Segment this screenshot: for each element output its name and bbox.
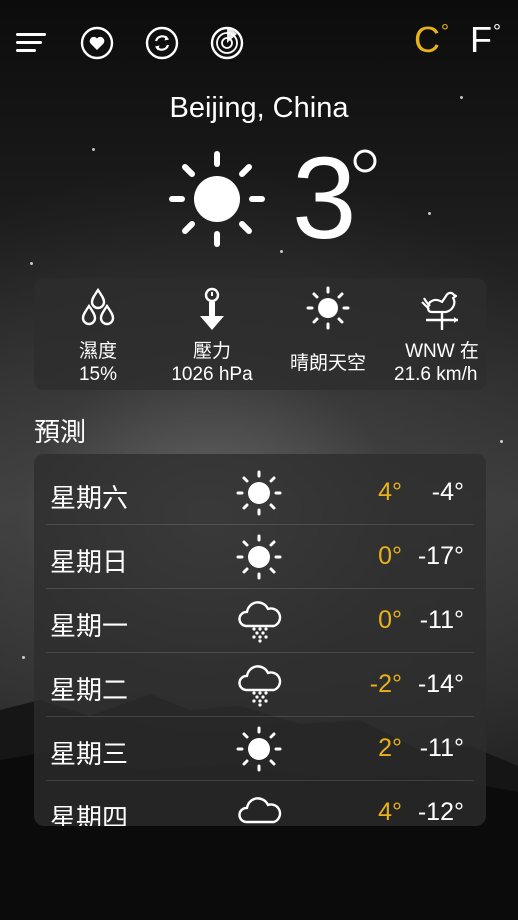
sun-icon (306, 286, 350, 330)
sun-icon (236, 534, 282, 580)
forecast-low: -12° (417, 798, 464, 826)
forecast-day: 星期一 (50, 611, 129, 641)
celsius-toggle[interactable]: C° (414, 20, 449, 66)
forecast-row[interactable]: 星期日 0° -17° (46, 524, 474, 589)
humidity-stat: 濕度 15% (36, 278, 160, 390)
weathervane-rooster-icon (421, 291, 458, 330)
condition-label: 晴朗天空 (289, 353, 366, 374)
condition-stat: 晴朗天空 (266, 278, 390, 390)
forecast-row[interactable]: 星期六 4° -4° (46, 460, 474, 525)
forecast-low: -11° (419, 606, 464, 634)
forecast-list[interactable]: 星期六 4° -4° 星期日 0° -17° 星期一 0° -11° 星期二 -… (34, 454, 486, 826)
forecast-high: 0° (378, 542, 402, 570)
sun-icon (236, 470, 282, 516)
heart-icon[interactable] (80, 26, 114, 60)
pressure-gauge-icon (200, 287, 224, 330)
sun-icon (236, 726, 282, 772)
humidity-drops-icon (81, 287, 115, 326)
forecast-low: -14° (417, 670, 464, 698)
fahrenheit-label: F (470, 19, 492, 60)
fahrenheit-toggle[interactable]: F° (470, 20, 501, 66)
current-degree-symbol (353, 149, 377, 173)
forecast-day: 星期四 (50, 803, 129, 826)
pressure-stat: 壓力 1026 hPa (150, 278, 274, 390)
forecast-low: -11° (419, 734, 464, 762)
celsius-degree: ° (441, 21, 449, 43)
fahrenheit-degree: ° (493, 21, 501, 43)
current-conditions-panel: 濕度 15% 壓力 1026 hPa 晴朗天空 WNW 在 21.6 km/h (34, 278, 486, 390)
sun-icon (169, 151, 265, 247)
forecast-low: -4° (431, 478, 464, 506)
celsius-label: C (414, 19, 440, 60)
forecast-day: 星期三 (50, 739, 129, 769)
forecast-high: -2° (369, 670, 402, 698)
snow-cloud-icon (238, 665, 282, 707)
forecast-row[interactable]: 星期二 -2° -14° (46, 652, 474, 717)
pressure-value: 1026 hPa (171, 364, 253, 385)
humidity-value: 15% (78, 364, 118, 385)
forecast-row[interactable]: 星期四 4° -12° (46, 780, 474, 826)
pressure-label: 壓力 (192, 341, 231, 362)
cloud-icon (238, 797, 282, 824)
forecast-high: 0° (378, 606, 402, 634)
radar-icon[interactable] (210, 26, 244, 60)
snow-cloud-icon (238, 601, 282, 643)
current-temperature: 3 (292, 133, 357, 263)
hamburger-menu-icon[interactable] (14, 26, 48, 60)
forecast-high: 4° (378, 478, 402, 506)
refresh-icon[interactable] (145, 26, 179, 60)
wind-stat: WNW 在 21.6 km/h (380, 278, 486, 390)
forecast-low: -17° (417, 542, 464, 570)
forecast-row[interactable]: 星期一 0° -11° (46, 588, 474, 653)
top-toolbar: C° F° (0, 0, 518, 90)
forecast-high: 2° (378, 734, 402, 762)
forecast-row[interactable]: 星期三 2° -11° (46, 716, 474, 781)
forecast-day: 星期日 (50, 547, 129, 577)
wind-direction: WNW 在 (405, 341, 479, 362)
forecast-day: 星期二 (50, 675, 129, 705)
forecast-title: 預測 (34, 417, 87, 447)
forecast-high: 4° (378, 798, 402, 826)
wind-speed: 21.6 km/h (394, 364, 478, 385)
forecast-day: 星期六 (50, 483, 129, 513)
city-name: Beijing, China (169, 92, 349, 124)
humidity-label: 濕度 (78, 341, 117, 362)
